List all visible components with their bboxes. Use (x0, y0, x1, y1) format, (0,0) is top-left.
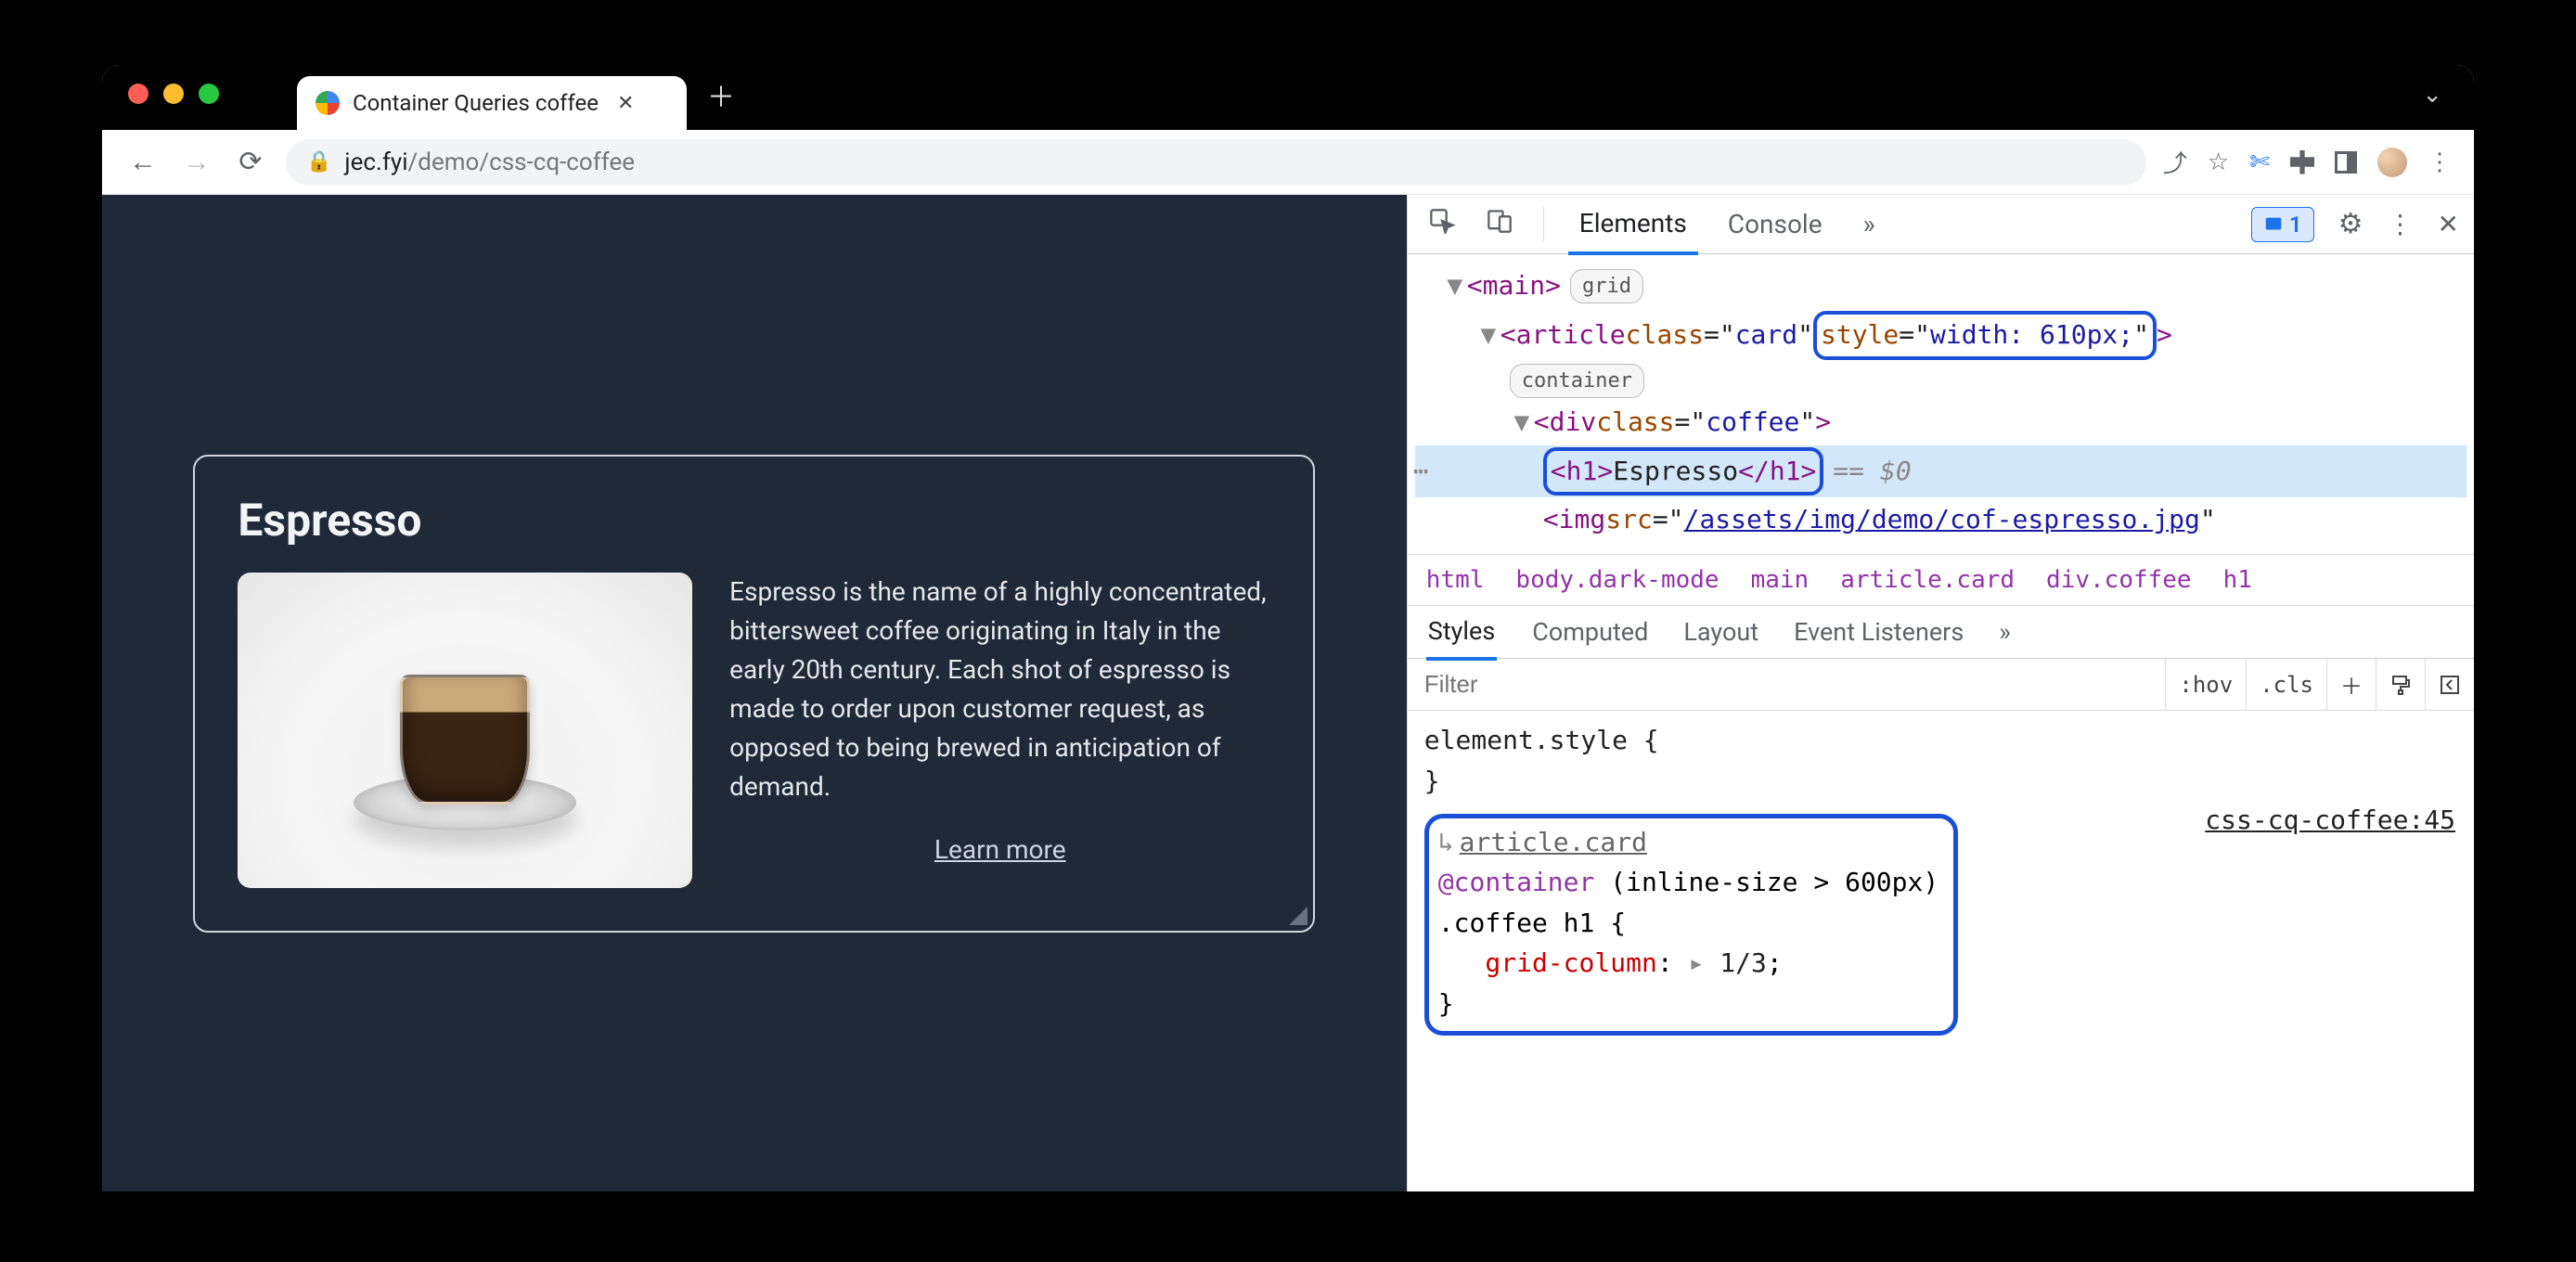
tabs-more-button[interactable]: » (1852, 196, 1887, 252)
dom-selected-row[interactable]: ⋯ <h1>Espresso</h1> == $0 (1415, 445, 2467, 498)
maximize-window-button[interactable] (199, 84, 219, 104)
forward-button[interactable]: → (178, 146, 215, 178)
minimize-window-button[interactable] (163, 84, 184, 104)
lock-icon: 🔒 (306, 150, 331, 174)
coffee-description: Espresso is the name of a highly concent… (729, 573, 1270, 806)
browser-tab[interactable]: Container Queries coffee ✕ (297, 76, 687, 130)
styles-filter-input[interactable] (1408, 670, 2166, 699)
styles-tabs: Styles Computed Layout Event Listeners » (1408, 605, 2474, 659)
new-tab-button[interactable]: ＋ (687, 74, 755, 115)
crumb-div[interactable]: div.coffee (2046, 566, 2192, 594)
back-button[interactable]: ← (124, 146, 161, 178)
coffee-image (238, 573, 692, 888)
omnibox-domain: jec.fyi (344, 148, 407, 176)
settings-button[interactable]: ⚙ (2338, 208, 2363, 240)
dom-tree[interactable]: ▼<main>grid ▼<article class="card" style… (1408, 254, 2474, 554)
scissors-icon[interactable]: ✄ (2249, 148, 2270, 176)
paint-button[interactable] (2376, 659, 2425, 710)
inspect-element-button[interactable] (1423, 208, 1462, 240)
cls-button[interactable]: .cls (2246, 659, 2326, 710)
omnibox-path: /demo/css-cq-coffee (408, 148, 636, 176)
rule-source-link[interactable]: css-cq-coffee:45 (2205, 800, 2455, 840)
crumb-article[interactable]: article.card (1840, 566, 2015, 594)
toolbar: ← → ⟳ 🔒 jec.fyi/demo/css-cq-coffee ⤴ ☆ ✄… (102, 130, 2474, 195)
subtab-computed[interactable]: Computed (1532, 617, 1648, 647)
dom-breadcrumbs[interactable]: html body.dark-mode main article.card di… (1408, 554, 2474, 605)
element-style-rule[interactable]: element.style {} (1424, 720, 2457, 801)
resize-handle-icon[interactable] (1289, 907, 1307, 925)
learn-more-link[interactable]: Learn more (729, 834, 1270, 865)
badge-grid[interactable]: grid (1570, 269, 1643, 303)
issues-badge[interactable]: 1 (2251, 207, 2314, 242)
crumb-h1[interactable]: h1 (2223, 566, 2252, 594)
subtab-styles[interactable]: Styles (1426, 605, 1497, 661)
device-toolbar-button[interactable] (1480, 208, 1519, 240)
bookmark-button[interactable]: ☆ (2208, 148, 2229, 176)
tab-title: Container Queries coffee (353, 90, 599, 116)
badge-container[interactable]: container (1510, 364, 1644, 398)
tab-strip: Container Queries coffee ✕ ＋ ⌄ (102, 65, 2474, 130)
share-button[interactable]: ⤴ (2163, 145, 2187, 179)
computed-sidebar-button[interactable] (2425, 659, 2474, 710)
container-query-rule[interactable]: ↳article.card @container (inline-size > … (1424, 814, 1958, 1036)
crumb-body[interactable]: body.dark-mode (1515, 566, 1719, 594)
hov-button[interactable]: :hov (2165, 659, 2246, 710)
crumb-html[interactable]: html (1426, 566, 1485, 594)
favicon-icon (316, 91, 340, 115)
close-tab-button[interactable]: ✕ (612, 92, 639, 115)
styles-toolbar: :hov .cls ＋ (1408, 659, 2474, 711)
subtabs-more-button[interactable]: » (1999, 617, 2011, 647)
subtab-layout[interactable]: Layout (1683, 617, 1758, 647)
devtools-menu-button[interactable]: ⋮ (2388, 209, 2414, 239)
tabs-overflow-button[interactable]: ⌄ (2422, 81, 2452, 109)
new-rule-button[interactable]: ＋ (2326, 659, 2376, 710)
coffee-card: Espresso Espresso is the name of a highl… (193, 455, 1315, 933)
window-controls (128, 84, 219, 104)
profile-avatar[interactable] (2377, 148, 2407, 177)
styles-rules[interactable]: element.style {} css-cq-coffee:45 ↳artic… (1408, 711, 2474, 1191)
crumb-main[interactable]: main (1751, 566, 1810, 594)
browser-window: Container Queries coffee ✕ ＋ ⌄ ← → ⟳ 🔒 j… (102, 65, 2474, 1191)
close-window-button[interactable] (128, 84, 148, 104)
rendered-page: Espresso Espresso is the name of a highl… (102, 195, 1407, 1191)
omnibox[interactable]: 🔒 jec.fyi/demo/css-cq-coffee (286, 139, 2146, 186)
side-panel-button[interactable] (2335, 151, 2357, 174)
extensions-button[interactable] (2290, 150, 2314, 174)
tab-console[interactable]: Console (1717, 196, 1834, 252)
reload-button[interactable]: ⟳ (232, 146, 269, 178)
subtab-event-listeners[interactable]: Event Listeners (1794, 617, 1964, 647)
kebab-menu-button[interactable]: ⋮ (2428, 148, 2452, 176)
devtools-close-button[interactable]: ✕ (2438, 209, 2459, 239)
devtools-tabs: Elements Console » 1 ⚙ ⋮ ✕ (1408, 195, 2474, 254)
devtools-panel: Elements Console » 1 ⚙ ⋮ ✕ ▼< (1407, 195, 2474, 1191)
coffee-heading: Espresso (238, 494, 1270, 547)
tab-elements[interactable]: Elements (1568, 195, 1698, 255)
